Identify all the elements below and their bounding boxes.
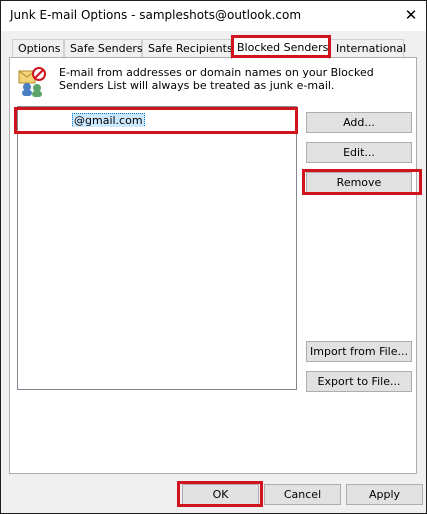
blocked-senders-list[interactable]: . @gmail.com — [17, 106, 297, 390]
apply-button[interactable]: Apply — [346, 484, 423, 505]
title-bar: Junk E-mail Options - sampleshots@outloo… — [1, 1, 426, 31]
list-item-email: @gmail.com — [72, 113, 145, 127]
tab-blocked-senders[interactable]: Blocked Senders — [231, 37, 330, 59]
tab-international[interactable]: International — [330, 39, 406, 58]
close-icon[interactable]: ✕ — [397, 3, 425, 27]
add-button[interactable]: Add... — [306, 112, 412, 133]
cancel-button[interactable]: Cancel — [264, 484, 341, 505]
import-from-file-button[interactable]: Import from File... — [306, 341, 412, 362]
edit-button[interactable]: Edit... — [306, 142, 412, 163]
remove-button[interactable]: Remove — [306, 172, 412, 193]
window-title: Junk E-mail Options - sampleshots@outloo… — [10, 8, 302, 22]
info-text: E-mail from addresses or domain names on… — [59, 66, 374, 92]
ok-button[interactable]: OK — [182, 484, 259, 505]
tab-safe-senders[interactable]: Safe Senders — [64, 39, 143, 58]
blocked-senders-icon — [18, 67, 46, 97]
list-item[interactable]: . @gmail.com — [21, 112, 293, 127]
tab-safe-recipients[interactable]: Safe Recipients — [142, 39, 233, 58]
tab-options[interactable]: Options — [12, 39, 64, 58]
export-to-file-button[interactable]: Export to File... — [306, 371, 412, 392]
